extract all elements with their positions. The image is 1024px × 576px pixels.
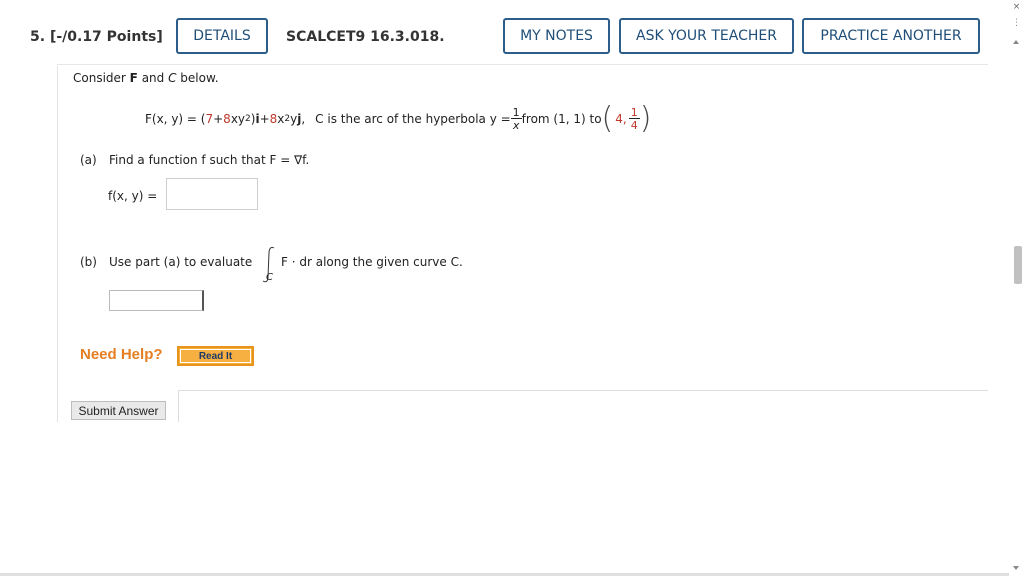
curve-description: C is the arc of the hyperbola y = [315,112,511,126]
field-coefficient-1: 7 [205,112,214,126]
scroll-up-icon[interactable] [1013,40,1019,44]
scroll-down-icon[interactable] [1013,566,1019,570]
part-b-label: (b) [80,255,97,269]
part-b-prompt: Use part (a) to evaluate [109,255,253,269]
part-b-integrand: F · dr along the given curve C. [281,255,463,269]
part-a-answer-input[interactable] [166,178,258,210]
from-text: from (1, 1) to [521,112,602,126]
question-number: 5. [30,29,46,45]
vertical-scrollbar[interactable] [1009,0,1024,576]
part-a-label: (a) [80,153,97,167]
part-a-prompt: Find a function f such that F = ∇f. [109,153,310,167]
endpoint-x: 4, [615,112,627,126]
scrollbar-thumb[interactable] [1014,246,1022,284]
hyperbola-fraction: 1x [510,106,522,132]
submit-area-border-v [178,390,179,422]
submit-area-border-h [178,390,988,391]
integral-subscript: C [266,272,273,283]
part-a-answer-label: f(x, y) = [108,189,158,203]
details-button[interactable]: DETAILS [176,18,268,54]
field-lhs: F(x, y) = ( [145,112,206,126]
header-divider [57,64,988,65]
question-header: 5. [-/0.17 Points] [30,29,163,45]
need-help-label: Need Help? [80,346,163,363]
endpoint-y-fraction: 14 [628,106,640,132]
menu-dots-icon[interactable]: ⋮ [1009,18,1024,30]
left-paren: ( [601,101,614,136]
assignment-code: SCALCET9 16.3.018. [286,29,445,45]
question-left-border [57,66,58,422]
vector-field-statement: F(x, y) = (7 + 8 xy 2) i + 8x2yj, C is the … [145,101,652,136]
field-coefficient-3: 8 [269,112,278,126]
close-icon[interactable]: × [1009,2,1024,14]
submit-answer-button[interactable]: Submit Answer [71,401,166,420]
ask-your-teacher-button[interactable]: ASK YOUR TEACHER [619,18,794,54]
field-coefficient-2: 8 [223,112,231,126]
my-notes-button[interactable]: MY NOTES [503,18,610,54]
question-points: [-/0.17 Points] [49,29,163,45]
right-paren: ) [639,101,652,136]
read-it-button[interactable]: Read It [177,346,254,366]
practice-another-button[interactable]: PRACTICE ANOTHER [802,18,980,54]
problem-intro: Consider F and C below. [73,71,219,85]
part-b-answer-input[interactable] [109,290,204,311]
